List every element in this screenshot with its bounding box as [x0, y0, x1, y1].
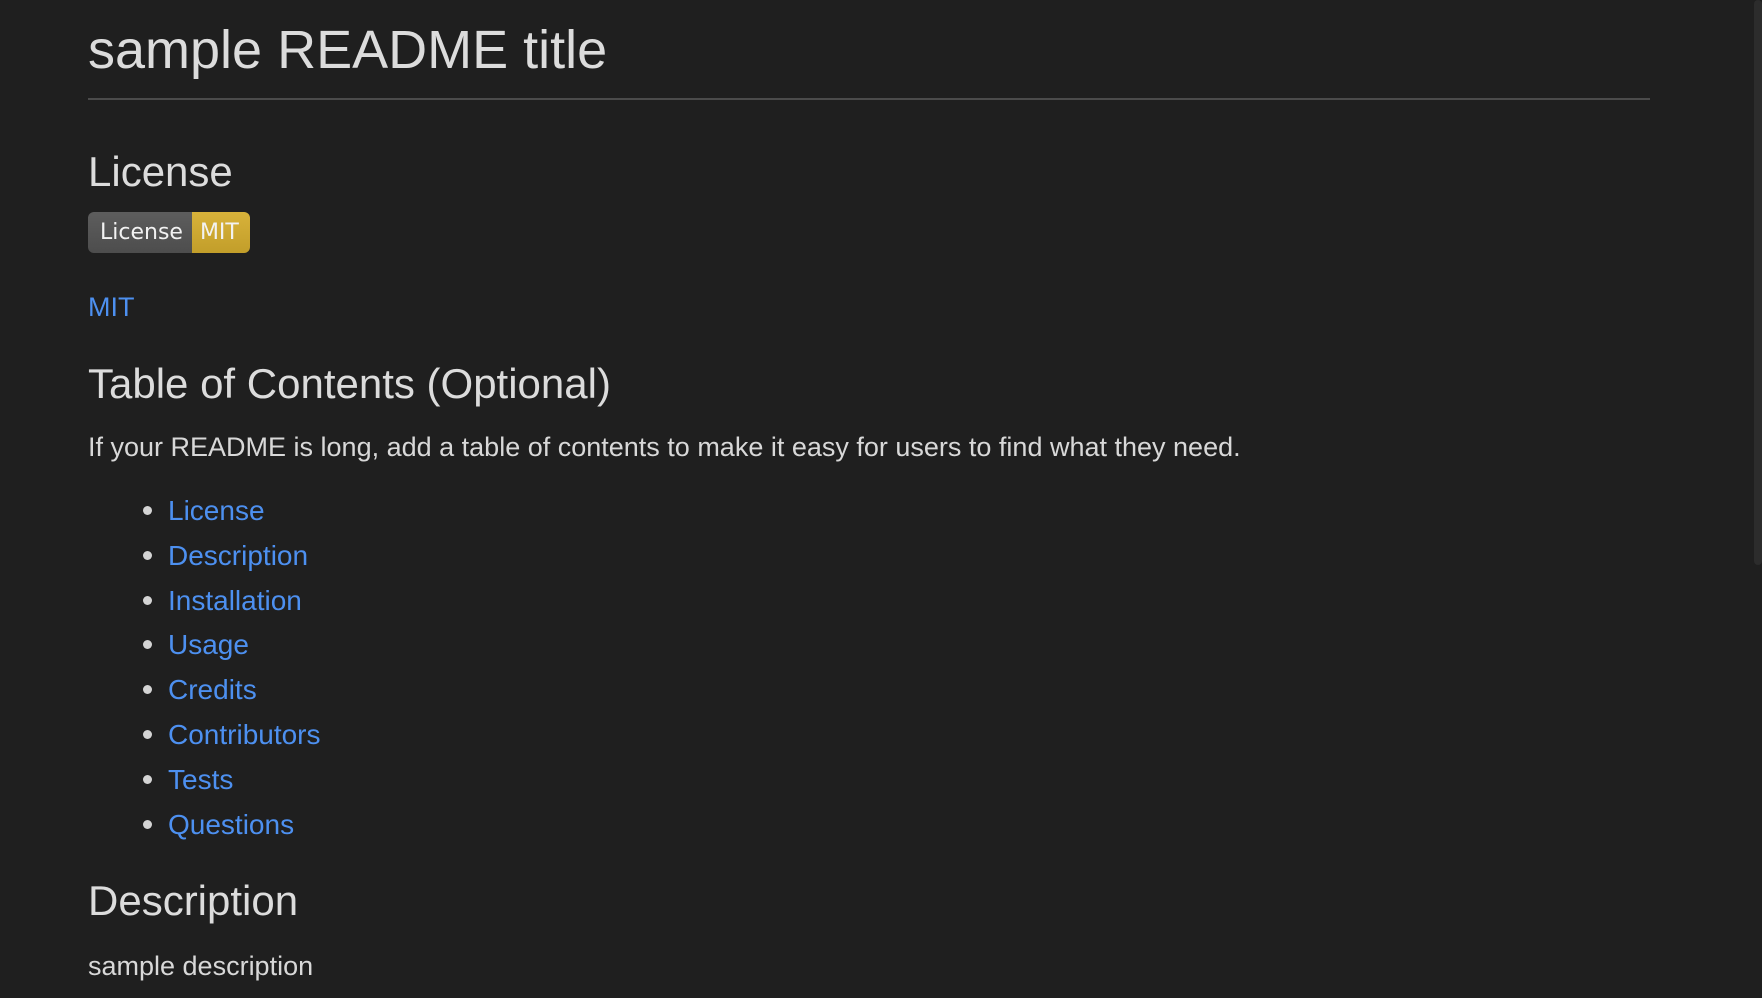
vertical-scrollbar[interactable]: [1754, 0, 1762, 565]
toc-link-contributors[interactable]: Contributors: [168, 717, 321, 753]
license-badge-value: MIT: [191, 212, 250, 253]
description-heading: Description: [88, 877, 299, 924]
bullet-icon: [143, 506, 152, 515]
bullet-icon: [143, 729, 152, 739]
toc-link-description[interactable]: Description: [168, 538, 308, 574]
bullet-icon: [143, 685, 152, 695]
toc-heading: Table of Contents (Optional): [88, 360, 611, 407]
license-badge-label: License: [88, 212, 192, 253]
toc-intro: If your README is long, add a table of c…: [88, 432, 1241, 462]
license-link[interactable]: MIT: [88, 289, 135, 325]
bullet-icon: [143, 774, 152, 784]
license-badge[interactable]: License MIT: [88, 212, 250, 253]
bullet-icon: [143, 595, 152, 605]
bullet-icon: [143, 640, 152, 650]
license-heading: License: [88, 148, 233, 195]
toc-link-tests[interactable]: Tests: [168, 762, 233, 798]
toc-link-usage[interactable]: Usage: [168, 627, 249, 663]
bullet-icon: [143, 819, 152, 829]
toc-link-credits[interactable]: Credits: [168, 672, 257, 708]
page-title: sample README title: [88, 20, 608, 80]
description-text: sample description: [88, 951, 314, 981]
toc-link-installation[interactable]: Installation: [168, 583, 302, 619]
title-divider: [88, 98, 1650, 100]
bullet-icon: [143, 550, 152, 560]
toc-link-questions[interactable]: Questions: [168, 807, 294, 843]
toc-link-license[interactable]: License: [168, 493, 265, 529]
